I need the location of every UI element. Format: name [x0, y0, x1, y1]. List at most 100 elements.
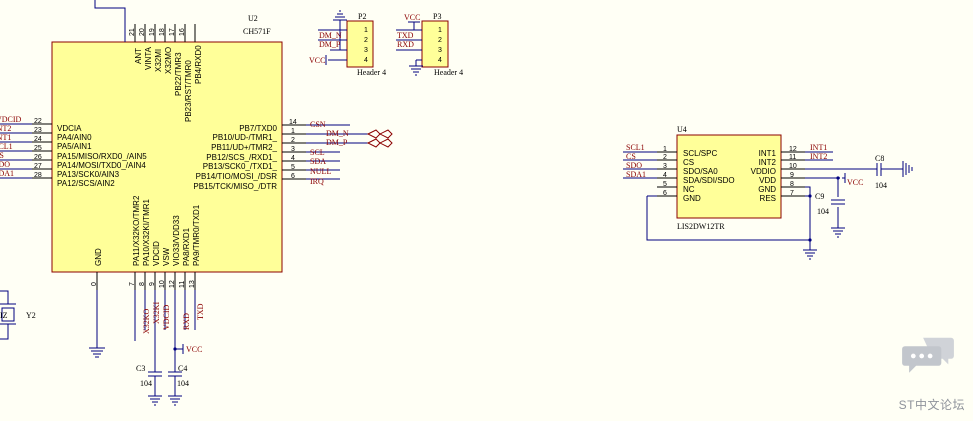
crystal-ref: Y2: [26, 311, 36, 320]
u4-left-name: GND: [683, 194, 701, 203]
c4-ref: C4: [178, 364, 187, 373]
p2-body: [346, 20, 374, 68]
u4-right-net: VCC: [847, 178, 863, 187]
u4-right-num: 11: [789, 154, 796, 161]
u4-right-net: INT2: [810, 152, 827, 161]
u2-left-name: PA15/MISO/RXD0_/AIN5: [57, 152, 147, 161]
u4-right-name: INT2: [759, 158, 777, 167]
u2-bottom-net: TXD: [196, 303, 205, 320]
u2-right-name: PB13/SCK0_/TXD1_: [203, 162, 278, 171]
u2-right-name: PB11/UD+/TMR2_: [211, 143, 277, 152]
u2-ic: U2 CH571F 21 20 19 18 17 16 ANT VINTA X3…: [0, 0, 393, 406]
u2-left-num: 28: [34, 172, 42, 179]
u2-top-name: VINTA: [144, 46, 153, 70]
p2-pin-num: 3: [364, 47, 368, 54]
junction-dot: [173, 347, 177, 351]
p3-pin-num: 1: [438, 27, 442, 34]
u2-left-net: INT2: [0, 124, 11, 133]
crystal-partial-label: IZ: [0, 311, 8, 320]
ground-icon: [409, 65, 423, 76]
u4-ref: U4: [677, 125, 687, 134]
p2-net: DM_N: [319, 31, 342, 40]
u2-right-num: 2: [291, 137, 295, 144]
junction-dot: [808, 238, 812, 242]
u2-bottom-num: 0: [91, 282, 98, 286]
u2-bottom-name: PA9/TMR0/TXD1: [192, 204, 201, 266]
schematic-canvas: U2 CH571F 21 20 19 18 17 16 ANT VINTA X3…: [0, 0, 913, 406]
watermark-text: ST中文论坛: [898, 398, 965, 412]
header-p2: P2 Header 4 1 2 3 4 DM_N DM_P VCC: [309, 10, 386, 77]
chat-bubbles-icon: [902, 337, 954, 373]
u2-top-name: PB23/RST/TMR0: [184, 60, 193, 122]
p3-net: TXD: [397, 31, 414, 40]
u4-right-num: 10: [789, 163, 797, 170]
u2-bottom-name: VIO33/VDD33: [172, 215, 181, 266]
p3-pin-num: 3: [438, 47, 442, 54]
u2-top-num: 19: [149, 28, 156, 36]
u2-bottom-name: PA8/RXD1: [182, 227, 191, 266]
u4-right-name: RES: [760, 194, 776, 203]
u2-left-net: VDCID: [0, 115, 22, 124]
u4-left-name: SCL/SPC: [683, 149, 717, 158]
u2-top-num: 20: [139, 28, 146, 36]
crystal-y2: IZ Y2: [0, 290, 36, 340]
u4-left-num: 1: [663, 146, 667, 153]
offsheet-connector-icon: [366, 129, 393, 148]
p3-net: RXD: [397, 40, 414, 49]
p2-net: DM_P: [319, 40, 341, 49]
u4-right-num: 7: [790, 190, 794, 197]
ground-icon: [333, 10, 347, 21]
u4-right-num: 9: [790, 172, 794, 179]
ground-icon: [168, 395, 182, 406]
u4-left-num: 5: [663, 181, 667, 188]
u2-right-net: DM_N: [326, 129, 349, 138]
capacitor-c8: C8 104: [875, 154, 913, 190]
u2-top-num: 17: [169, 28, 176, 36]
p3-net: VCC: [404, 13, 420, 22]
u2-left-num: 24: [34, 136, 42, 143]
u4-left-net: SCL1: [626, 143, 645, 152]
u2-bottom-net: RXD: [182, 313, 191, 330]
u2-right-name: PB7/TXD0: [239, 124, 277, 133]
u2-left-name: PA5/AIN1: [57, 142, 92, 151]
u2-right-num: 6: [291, 173, 295, 180]
u2-top-wire: [94, 0, 126, 42]
u2-bottom-name: PA10/X32KI/TMR1: [142, 198, 151, 266]
u2-bottom-num: 8: [139, 282, 146, 286]
u2-bottom-num: 11: [179, 281, 186, 288]
u2-part: CH571F: [243, 27, 271, 36]
c8-ref: C8: [875, 154, 884, 163]
u4-left-name: CS: [683, 158, 694, 167]
ground-icon: [803, 249, 817, 260]
p3-body: [421, 20, 449, 68]
c3-value: 104: [140, 379, 152, 388]
u2-top-name: PB22/TMR3: [174, 52, 183, 96]
ground-icon: [89, 347, 105, 358]
c9-value: 104: [817, 207, 829, 216]
ground-icon: [831, 227, 845, 238]
u2-right-name: PB12/SCS_/RXD1_: [206, 153, 277, 162]
p2-pin-num: 1: [364, 27, 368, 34]
u2-bottom-num: 12: [169, 280, 176, 288]
u2-left-net: INT1: [0, 133, 11, 142]
u2-left-name: PA12/SCS/AIN2: [57, 179, 115, 188]
u2-top-num: 16: [179, 28, 186, 36]
p3-pin-num: 4: [438, 57, 442, 64]
junction-dot: [808, 194, 812, 198]
u2-left-net: CS: [0, 151, 4, 160]
u2-left-num: 27: [34, 163, 42, 170]
u2-left-num: 25: [34, 145, 42, 152]
u2-left-net: SCL1: [0, 142, 13, 151]
u2-bottom-num: 9: [149, 282, 156, 286]
c4-value: 104: [177, 379, 189, 388]
u2-right-net: SCL: [310, 148, 325, 157]
p2-net: VCC: [309, 56, 325, 65]
u2-top-name: X32MO: [164, 47, 173, 74]
capacitor-c9: C9 104: [815, 192, 845, 238]
capacitor-c4: C4 104: [168, 364, 189, 406]
u4-left-net: CS: [626, 152, 636, 161]
u2-bottom-num: 10: [159, 280, 166, 288]
u4-right-name: GND: [758, 185, 776, 194]
u4-left-name: SDA/SDI/SDO: [683, 176, 735, 185]
p3-ref: P3: [433, 12, 441, 21]
